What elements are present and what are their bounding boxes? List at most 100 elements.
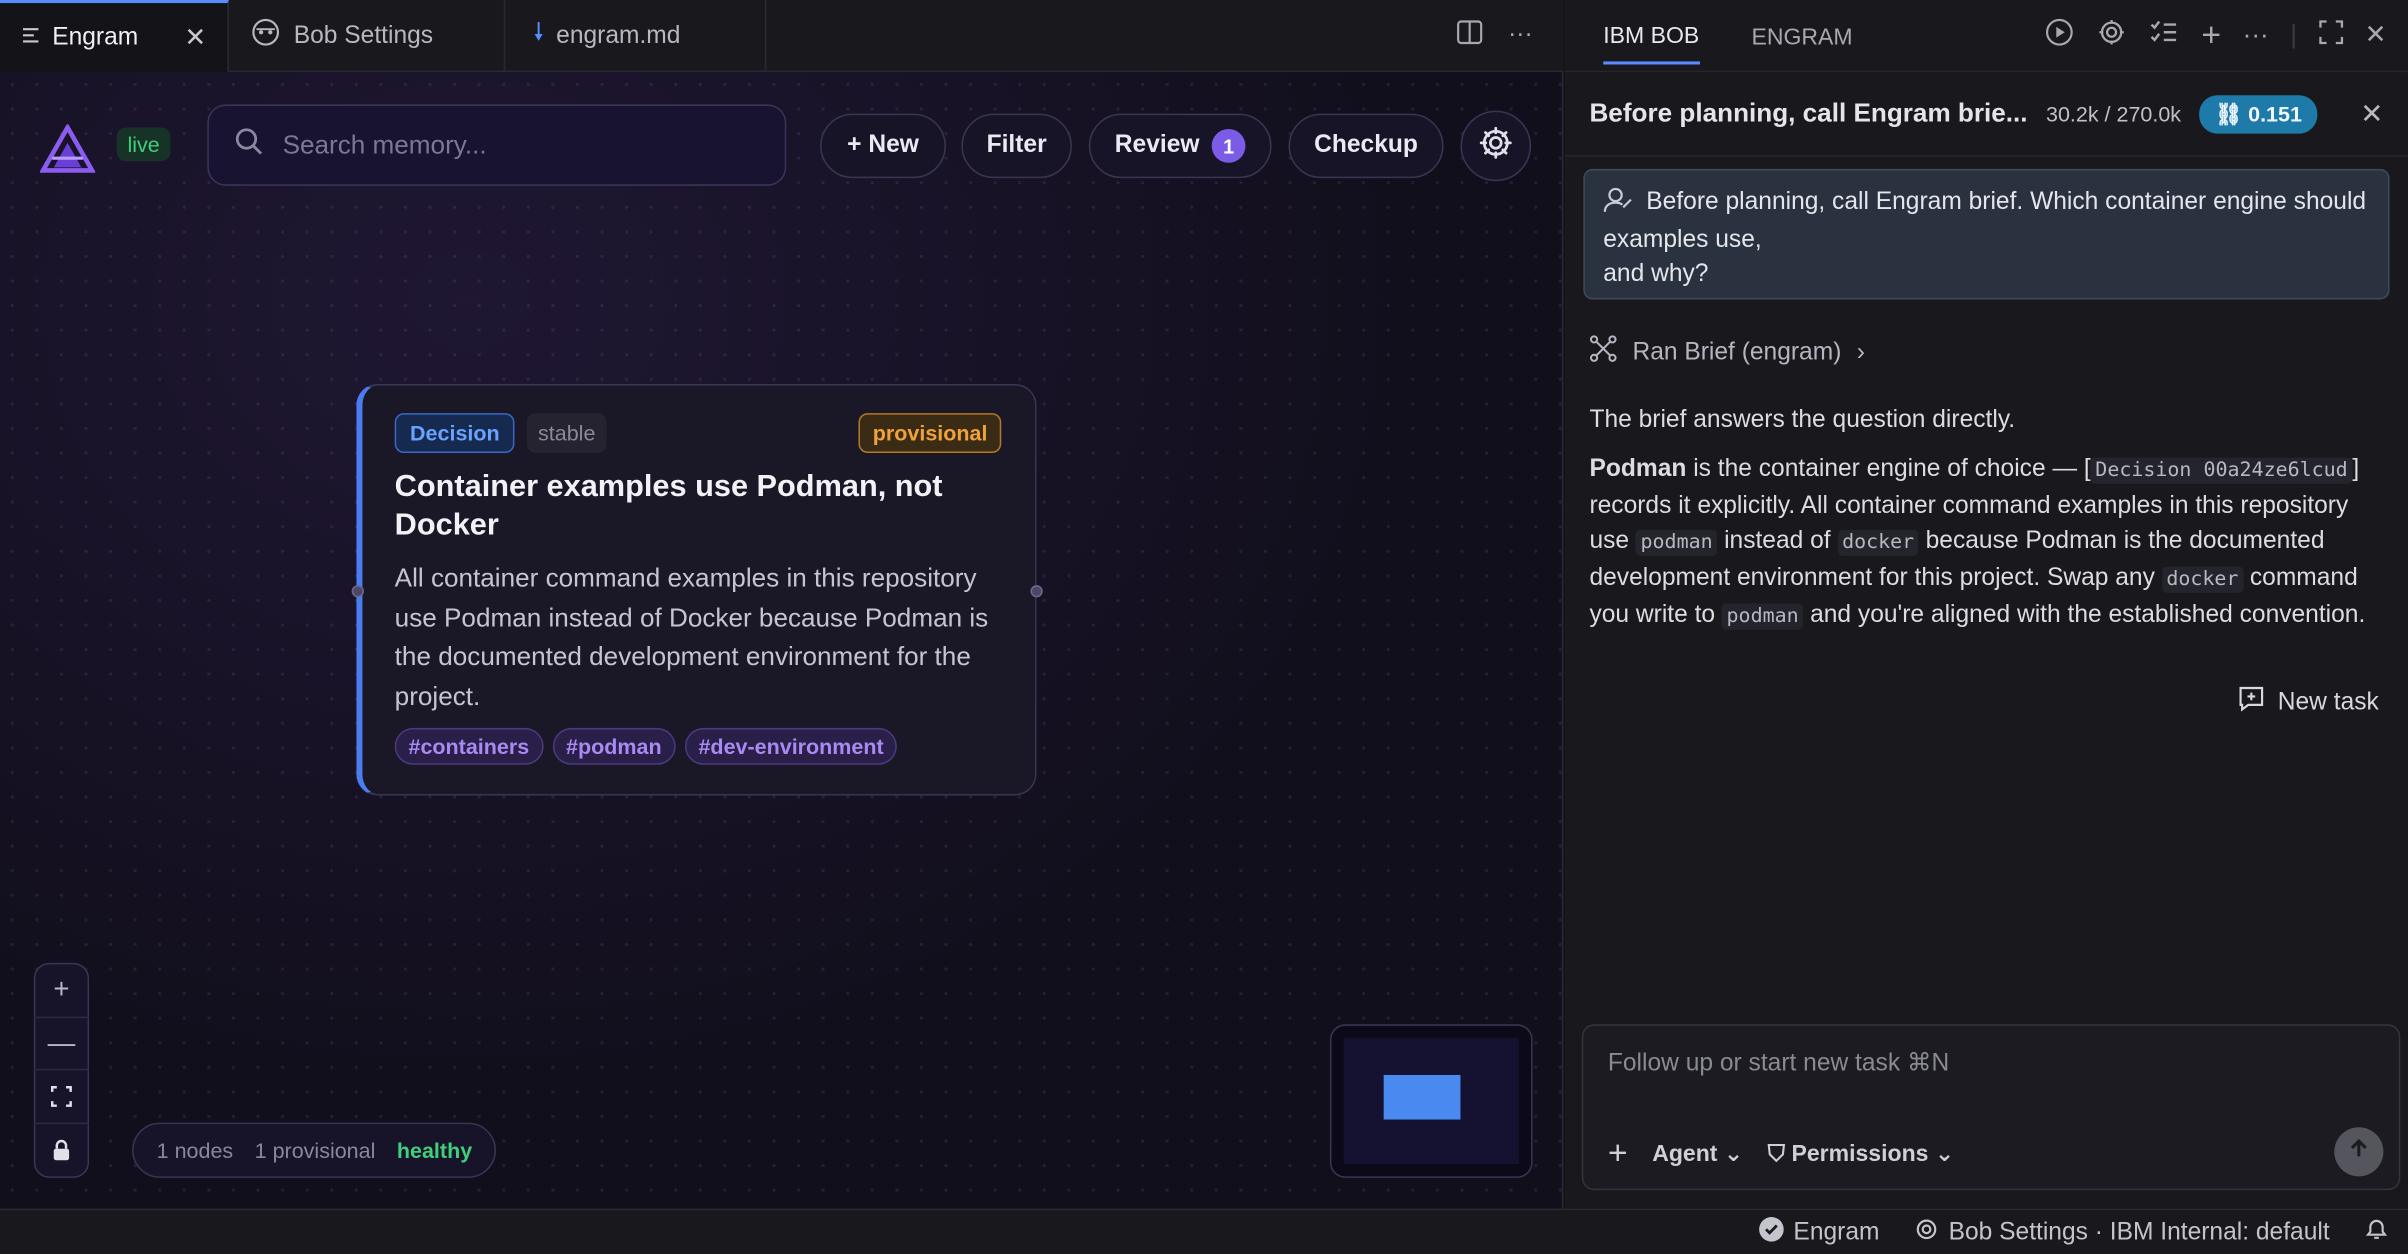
maximize-icon[interactable] (2318, 19, 2344, 51)
settings-button[interactable] (1460, 110, 1532, 182)
status-settings[interactable]: Bob Settings · IBM Internal: default (1913, 1216, 2330, 1250)
engram-logo-icon (39, 122, 97, 173)
tab-engram-panel[interactable]: ENGRAM (1751, 24, 1852, 50)
tab-bob-settings[interactable]: Bob Settings (229, 0, 506, 73)
node-count: 1 nodes (156, 1137, 234, 1163)
tag-chip[interactable]: #podman (552, 727, 676, 765)
status-settings-label: Bob Settings · IBM Internal: default (1948, 1218, 2330, 1245)
new-task-button[interactable]: New task (2238, 685, 2379, 720)
close-icon[interactable]: ✕ (2365, 20, 2387, 51)
answer-body: Podman is the container engine of choice… (1589, 451, 2388, 634)
close-icon[interactable]: ✕ (184, 22, 206, 53)
new-button[interactable]: + New (820, 113, 946, 179)
fit-view-icon[interactable] (33, 1070, 90, 1124)
gear-icon (1477, 124, 1514, 169)
add-icon[interactable]: + (1608, 1133, 1628, 1173)
zoom-out-icon[interactable]: — (33, 1017, 90, 1071)
arrow-up-icon (2348, 1137, 2369, 1166)
provisional-count: 1 provisional (254, 1137, 376, 1163)
status-engram[interactable]: Engram (1758, 1216, 1879, 1250)
tool-call-row[interactable]: Ran Brief (engram) › (1589, 335, 1865, 370)
tab-actions: ··· (1456, 0, 1563, 71)
new-task-label: New task (2277, 688, 2379, 715)
node-kind-chip: Decision (394, 413, 516, 454)
zoom-in-icon[interactable]: + (33, 964, 90, 1018)
plus-icon[interactable]: + (2201, 15, 2221, 55)
close-icon[interactable]: ✕ (2360, 98, 2383, 130)
review-count-badge: 1 (1211, 128, 1246, 163)
user-icon (1603, 186, 1634, 224)
node-body: All container command examples in this r… (394, 563, 989, 711)
tag-chip[interactable]: #dev-environment (684, 727, 898, 765)
memory-canvas[interactable]: live + New Filter Review 1 Checkup Decis… (0, 72, 1564, 1209)
chevron-down-icon: ⌄ (1723, 1141, 1744, 1168)
node-state-chip: provisional (858, 413, 1002, 454)
node-tags: #containers #podman #dev-environment (394, 727, 1002, 765)
graph-status: 1 nodes 1 provisional healthy (132, 1122, 497, 1178)
composer: + Agent ⌄ ⛉ Permissions ⌄ (1581, 1024, 2401, 1191)
more-icon[interactable]: ··· (1508, 21, 1533, 49)
zoom-controls: + — (33, 962, 90, 1178)
task-title[interactable]: Before planning, call Engram brie... (1589, 98, 2027, 129)
editor-tab-bar: Engram ✕ Bob Settings 🠗 engram.md ··· (0, 0, 1564, 73)
tab-engram-md[interactable]: 🠗 engram.md (506, 0, 767, 73)
cost-value: 0.151 (2248, 100, 2302, 126)
memory-node-card[interactable]: Decision stable provisional Container ex… (351, 383, 1043, 796)
divider: | (2290, 19, 2298, 50)
shield-icon: ⛉ (1767, 1141, 1786, 1168)
user-message-line2: and why? (1603, 261, 1709, 288)
agent-label: Agent (1652, 1141, 1718, 1168)
gear-icon[interactable] (2097, 16, 2128, 54)
message-input[interactable] (1607, 1047, 2346, 1088)
node-handle-left[interactable] (351, 585, 364, 598)
filter-button[interactable]: Filter (961, 113, 1072, 179)
checkup-button[interactable]: Checkup (1288, 113, 1444, 179)
tab-label: Engram (52, 23, 139, 50)
chevron-down-icon: ⌄ (1934, 1141, 1955, 1168)
search-box[interactable] (207, 104, 787, 186)
user-message: Before planning, call Engram brief. Whic… (1583, 168, 2390, 300)
node-handle-right[interactable] (1030, 585, 1043, 598)
tab-label: Bob Settings (293, 22, 434, 49)
check-circle-icon (1758, 1216, 1784, 1250)
split-editor-icon[interactable] (1456, 18, 1484, 53)
answer-intro: The brief answers the question directly. (1589, 406, 2016, 434)
more-icon[interactable]: ··· (2243, 20, 2269, 51)
token-usage: 30.2k / 270.0k (2045, 101, 2182, 126)
minimap-node (1383, 1074, 1461, 1120)
health-status: healthy (396, 1137, 473, 1163)
search-icon (233, 126, 264, 164)
checklist-icon[interactable] (2149, 16, 2180, 54)
answer-code: docker (2161, 566, 2244, 593)
tab-ibm-bob[interactable]: IBM BOB (1603, 22, 1700, 64)
permissions-label: Permissions (1791, 1141, 1929, 1168)
minimap[interactable] (1329, 1024, 1533, 1178)
review-label: Review (1114, 132, 1200, 159)
permissions-dropdown[interactable]: ⛉ Permissions ⌄ (1768, 1139, 1954, 1167)
cost-badge: ⛓ 0.151 (2199, 94, 2318, 133)
live-badge: live (116, 127, 171, 162)
answer-code: podman (1635, 529, 1718, 556)
send-button[interactable] (2334, 1127, 2384, 1177)
node-stability-chip: stable (527, 413, 607, 454)
answer-bold: Podman (1589, 456, 1687, 483)
tag-chip[interactable]: #containers (394, 727, 544, 765)
bell-icon[interactable] (2363, 1216, 2389, 1250)
play-icon[interactable] (2045, 16, 2076, 54)
node-header: Decision stable provisional (394, 413, 1002, 454)
agent-dropdown[interactable]: Agent ⌄ (1652, 1139, 1743, 1167)
composer-toolbar: + Agent ⌄ ⛉ Permissions ⌄ (1608, 1133, 1954, 1173)
tool-icon (1589, 335, 1617, 370)
status-bar: Engram Bob Settings · IBM Internal: defa… (0, 1208, 2408, 1254)
search-input[interactable] (282, 129, 744, 161)
assistant-answer: The brief answers the question directly.… (1589, 402, 2388, 634)
answer-code: docker (1837, 529, 1919, 556)
bob-icon (251, 17, 282, 55)
new-task-icon (2238, 685, 2266, 720)
menu-lines-icon (21, 24, 39, 52)
answer-text: is the container engine of choice — [ (1686, 456, 2091, 483)
review-button[interactable]: Review 1 (1088, 113, 1272, 179)
tab-engram[interactable]: Engram ✕ (0, 0, 230, 73)
assistant-panel: IBM BOB ENGRAM + ··· | ✕ Before planning… (1564, 0, 2408, 1209)
lock-icon[interactable] (34, 1123, 89, 1176)
